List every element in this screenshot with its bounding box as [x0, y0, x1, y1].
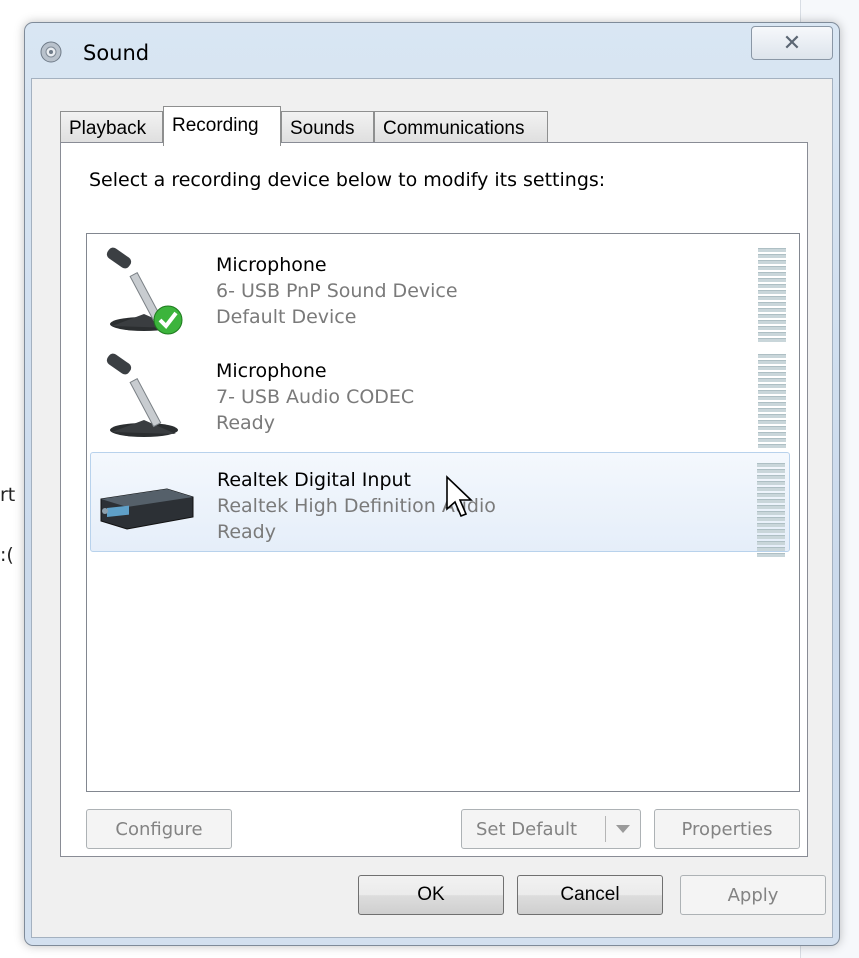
speaker-icon [40, 41, 62, 63]
close-button[interactable]: ✕ [751, 26, 833, 60]
microphone-icon [106, 247, 183, 335]
list-item[interactable]: Microphone 7- USB Audio CODEC Ready [90, 344, 790, 448]
set-default-button[interactable]: Set Default [461, 809, 641, 849]
microphone-icon [106, 353, 178, 437]
level-meter [758, 248, 786, 342]
device-status: Default Device [216, 306, 357, 328]
recording-panel: Select a recording device below to modif… [60, 142, 808, 857]
background-text: rt [0, 484, 16, 506]
list-item[interactable]: Microphone 6- USB PnP Sound Device Defau… [90, 238, 790, 342]
chevron-down-icon[interactable] [616, 825, 630, 833]
device-status: Ready [216, 412, 275, 434]
background-text: :( [0, 544, 14, 566]
level-meter [757, 463, 785, 557]
tab-playback[interactable]: Playback [60, 111, 163, 144]
list-item-selected[interactable]: Realtek Digital Input Realtek High Defin… [90, 452, 790, 557]
device-status: Ready [217, 521, 276, 543]
split-separator [605, 816, 606, 842]
sound-dialog: Sound ✕ Playback Recording Sounds Commun… [24, 22, 840, 946]
close-icon: ✕ [782, 30, 802, 56]
device-name: Realtek Digital Input [217, 469, 411, 491]
digital-input-icon [100, 488, 194, 530]
ok-button[interactable]: OK [358, 875, 504, 915]
tab-recording[interactable]: Recording [163, 106, 281, 146]
device-list[interactable]: Microphone 6- USB PnP Sound Device Defau… [86, 233, 800, 792]
apply-button[interactable]: Apply [680, 875, 826, 915]
tab-communications[interactable]: Communications [374, 111, 548, 144]
title-bar[interactable]: Sound ✕ [25, 23, 839, 79]
dialog-client: Playback Recording Sounds Communications… [31, 78, 833, 938]
device-name: Microphone [216, 360, 327, 382]
set-default-label: Set Default [476, 818, 578, 840]
level-meter [758, 354, 786, 448]
tab-sounds[interactable]: Sounds [281, 111, 374, 144]
device-description: 6- USB PnP Sound Device [216, 280, 458, 302]
mouse-cursor-icon [446, 475, 473, 518]
instruction-text: Select a recording device below to modif… [89, 169, 606, 191]
cancel-button[interactable]: Cancel [517, 875, 663, 915]
device-description: 7- USB Audio CODEC [216, 386, 415, 408]
window-title: Sound [83, 41, 150, 65]
configure-button[interactable]: Configure [86, 809, 232, 849]
device-name: Microphone [216, 254, 327, 276]
properties-button[interactable]: Properties [654, 809, 800, 849]
